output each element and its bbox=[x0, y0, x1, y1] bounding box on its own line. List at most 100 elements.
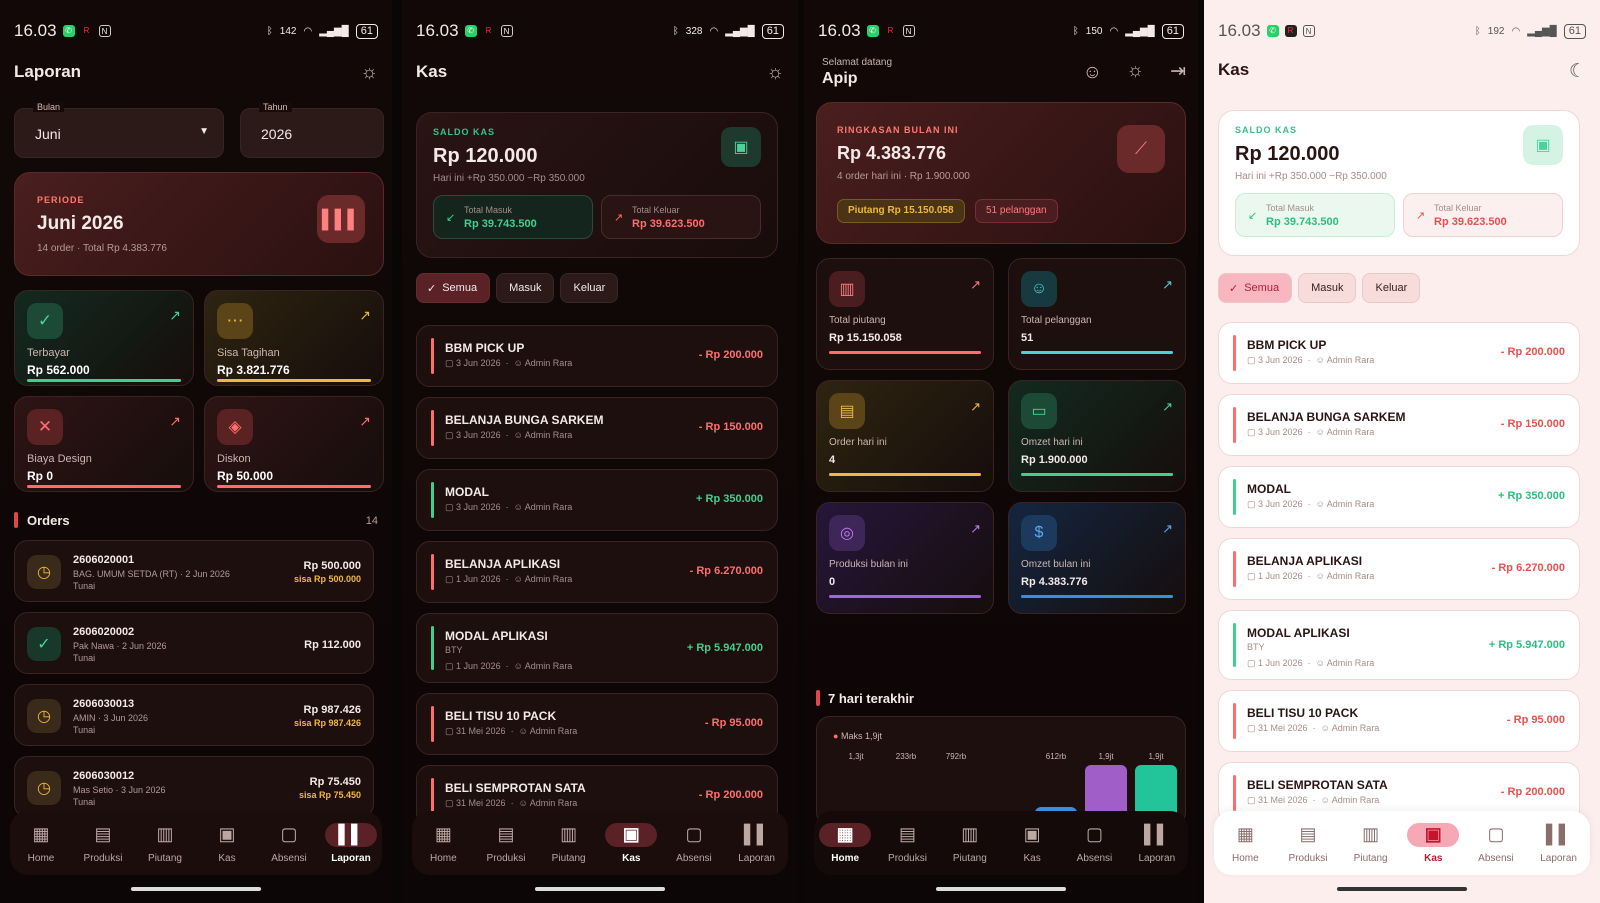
nav-absensi[interactable]: ▢ Absensi bbox=[1467, 823, 1525, 864]
nav-laporan[interactable]: ▌▌ Laporan bbox=[1530, 823, 1588, 864]
transaction-row[interactable]: MODAL APLIKASI BTY ▢ 1 Jun 2026 · ☺ Admin … bbox=[1218, 610, 1580, 680]
receipt-icon: ▥ bbox=[560, 824, 578, 844]
receipt-icon: ▥ bbox=[961, 824, 979, 844]
nav-piutang[interactable]: ▥ Piutang bbox=[136, 823, 194, 864]
order-row[interactable]: ✓ 2606020002 Pak Nawa · 2 Jun 2026 Tunai… bbox=[14, 612, 374, 674]
kas-screen-light: 16.03 ✆ R N ᛒ 192 ◠ ▂▄▆█ 61 Kas ☾ SALDO KAS Rp … bbox=[1204, 0, 1600, 903]
nav-home[interactable]: ▦ Home bbox=[816, 822, 874, 864]
stat-diskon: ◈ ↗ Diskon Rp 50.000 bbox=[204, 396, 384, 492]
mini-total-piutang[interactable]: ▥ ↗ Total piutang Rp 15.150.058 bbox=[816, 258, 994, 370]
mini-label: Omzet hari ini bbox=[1021, 437, 1083, 448]
nav-home[interactable]: ▦ Home bbox=[414, 823, 472, 864]
transaction-amount: - Rp 200.000 bbox=[698, 789, 763, 801]
month-select[interactable]: Bulan Juni ▼ bbox=[14, 102, 224, 158]
nav-label: Piutang bbox=[1353, 852, 1388, 864]
nav-laporan[interactable]: ▌▌ Laporan bbox=[322, 822, 380, 864]
grid-icon: ▦ bbox=[819, 822, 872, 847]
nav-home[interactable]: ▦ Home bbox=[1216, 823, 1274, 864]
user-icon: ☺ bbox=[1320, 723, 1330, 733]
periode-card: PERIODE Juni 2026 14 order · Total Rp 4.… bbox=[14, 172, 384, 276]
nav-absensi[interactable]: ▢ Absensi bbox=[665, 823, 723, 864]
transaction-row[interactable]: BBM PICK UP ▢ 3 Jun 2026 · ☺ Admin Rara - … bbox=[1218, 322, 1580, 384]
theme-toggle-sun-icon[interactable]: ☼ bbox=[1127, 60, 1144, 82]
transaction-row[interactable]: BELANJA BUNGA SARKEM ▢ 3 Jun 2026 · ☺ Adm… bbox=[1218, 394, 1580, 456]
transaction-row[interactable]: MODAL ▢ 3 Jun 2026 · ☺ Admin Rara + Rp 350… bbox=[1218, 466, 1580, 528]
saldo-today: Hari ini +Rp 350.000 −Rp 350.000 bbox=[433, 173, 585, 184]
chip-label: Keluar bbox=[573, 282, 606, 294]
trend-icon: ↗ bbox=[970, 277, 981, 292]
transaction-date: 3 Jun 2026 bbox=[1258, 499, 1303, 509]
transaction-row[interactable]: BBM PICK UP ▢ 3 Jun 2026 · ☺ Admin Rara - … bbox=[416, 325, 778, 387]
piutang-pill[interactable]: Piutang Rp 15.150.058 bbox=[837, 199, 965, 223]
nav-piutang[interactable]: ▥ Piutang bbox=[540, 823, 598, 864]
theme-toggle-sun-icon[interactable]: ☼ bbox=[361, 62, 378, 84]
pelanggan-pill[interactable]: 51 pelanggan bbox=[975, 199, 1058, 223]
type-stripe bbox=[1233, 479, 1236, 515]
signal-icon: ▂▄▆█ bbox=[1527, 25, 1557, 37]
nav-kas[interactable]: ▣ Kas bbox=[198, 823, 256, 864]
transaction-row[interactable]: BELANJA APLIKASI ▢ 1 Jun 2026 · ☺ Admin R… bbox=[416, 541, 778, 603]
badge-icon: ▢ bbox=[685, 824, 703, 844]
filter-masuk[interactable]: Masuk bbox=[496, 273, 555, 303]
theme-toggle-sun-icon[interactable]: ☼ bbox=[767, 62, 784, 84]
nav-absensi[interactable]: ▢ Absensi bbox=[1065, 823, 1123, 864]
mini-order-hari-ini[interactable]: ▤ ↗ Order hari ini 4 bbox=[816, 380, 994, 492]
clock: 16.03 bbox=[818, 21, 861, 40]
filter-semua[interactable]: ✓ Semua bbox=[416, 273, 491, 303]
order-amount: Rp 75.450 bbox=[309, 776, 361, 788]
total-masuk-label: Total Masuk bbox=[1266, 203, 1315, 213]
clock: 16.03 bbox=[1218, 21, 1261, 40]
transaction-row[interactable]: BELANJA BUNGA SARKEM ▢ 3 Jun 2026 · ☺ Adm… bbox=[416, 397, 778, 459]
order-row[interactable]: ◷ 2606030013 AMIN · 3 Jun 2026 Tunai Rp … bbox=[14, 684, 374, 746]
transaction-row[interactable]: BELI TISU 10 PACK ▢ 31 Mei 2026 · ☺ Admin… bbox=[416, 693, 778, 755]
mini-label: Total pelanggan bbox=[1021, 315, 1092, 326]
nav-laporan[interactable]: ▌▌ Laporan bbox=[1128, 823, 1186, 864]
nav-produksi[interactable]: ▤ Produksi bbox=[878, 823, 936, 864]
year-field[interactable]: Tahun 2026 bbox=[240, 102, 384, 158]
theme-toggle-moon-icon[interactable]: ☾ bbox=[1569, 60, 1586, 83]
nav-piutang[interactable]: ▥ Piutang bbox=[941, 823, 999, 864]
mini-produksi-bulan-ini[interactable]: ◎ ↗ Produksi bulan ini 0 bbox=[816, 502, 994, 614]
order-id: 2606020001 bbox=[73, 554, 135, 566]
transaction-note: BTY bbox=[1247, 642, 1265, 652]
nav-piutang[interactable]: ▥ Piutang bbox=[1342, 823, 1400, 864]
mini-total-pelanggan[interactable]: ☺ ↗ Total pelanggan 51 bbox=[1008, 258, 1186, 370]
mini-omzet-bulan-ini[interactable]: $ ↗ Omzet bulan ini Rp 4.383.776 bbox=[1008, 502, 1186, 614]
receipt-icon: ▥ bbox=[829, 271, 865, 307]
users-icon[interactable]: ☺ bbox=[1083, 62, 1102, 84]
nav-produksi[interactable]: ▤ Produksi bbox=[477, 823, 535, 864]
mini-label: Total piutang bbox=[829, 315, 886, 326]
transaction-row[interactable]: MODAL ▢ 3 Jun 2026 · ☺ Admin Rara + Rp 350… bbox=[416, 469, 778, 531]
clock-icon: ◷ bbox=[27, 699, 61, 733]
chip-label: Semua bbox=[1244, 282, 1280, 294]
gesture-handle bbox=[936, 887, 1066, 891]
nav-laporan[interactable]: ▌▌ Laporan bbox=[728, 823, 786, 864]
receipt-icon: ▥ bbox=[156, 824, 174, 844]
filter-keluar[interactable]: Keluar bbox=[560, 273, 619, 303]
nav-absensi[interactable]: ▢ Absensi bbox=[260, 823, 318, 864]
order-row[interactable]: ◷ 2606020001 BAG. UMUM SETDA (RT) · 2 Ju… bbox=[14, 540, 374, 602]
logout-icon[interactable]: ⇥ bbox=[1170, 60, 1186, 83]
stat-bar bbox=[217, 485, 371, 488]
order-row[interactable]: ◷ 2606030012 Mas Setio · 3 Jun 2026 Tuna… bbox=[14, 756, 374, 818]
nav-label: Piutang bbox=[148, 852, 182, 864]
transaction-amount: - Rp 150.000 bbox=[698, 421, 763, 433]
transaction-row[interactable]: MODAL APLIKASI BTY ▢ 1 Jun 2026 · ☺ Admin … bbox=[416, 613, 778, 683]
mini-omzet-hari-ini[interactable]: ▭ ↗ Omzet hari ini Rp 1.900.000 bbox=[1008, 380, 1186, 492]
filter-masuk[interactable]: Masuk bbox=[1298, 273, 1357, 303]
nav-kas[interactable]: ▣ Kas bbox=[602, 822, 660, 864]
stat-value: Rp 562.000 bbox=[27, 363, 90, 377]
nav-label: Laporan bbox=[1540, 852, 1577, 864]
nav-kas[interactable]: ▣ Kas bbox=[1404, 822, 1462, 864]
battery-icon: 61 bbox=[1161, 23, 1184, 39]
filter-semua[interactable]: ✓ Semua bbox=[1218, 273, 1293, 303]
filter-keluar[interactable]: Keluar bbox=[1362, 273, 1421, 303]
nav-home[interactable]: ▦ Home bbox=[12, 823, 70, 864]
transaction-row[interactable]: BELI TISU 10 PACK ▢ 31 Mei 2026 · ☺ Admin… bbox=[1218, 690, 1580, 752]
nav-produksi[interactable]: ▤ Produksi bbox=[1279, 823, 1337, 864]
transaction-row[interactable]: BELANJA APLIKASI ▢ 1 Jun 2026 · ☺ Admin R… bbox=[1218, 538, 1580, 600]
transaction-user: Admin Rara bbox=[524, 574, 573, 584]
nfc-icon: N bbox=[1302, 25, 1315, 37]
nav-produksi[interactable]: ▤ Produksi bbox=[74, 823, 132, 864]
nav-kas[interactable]: ▣ Kas bbox=[1003, 823, 1061, 864]
